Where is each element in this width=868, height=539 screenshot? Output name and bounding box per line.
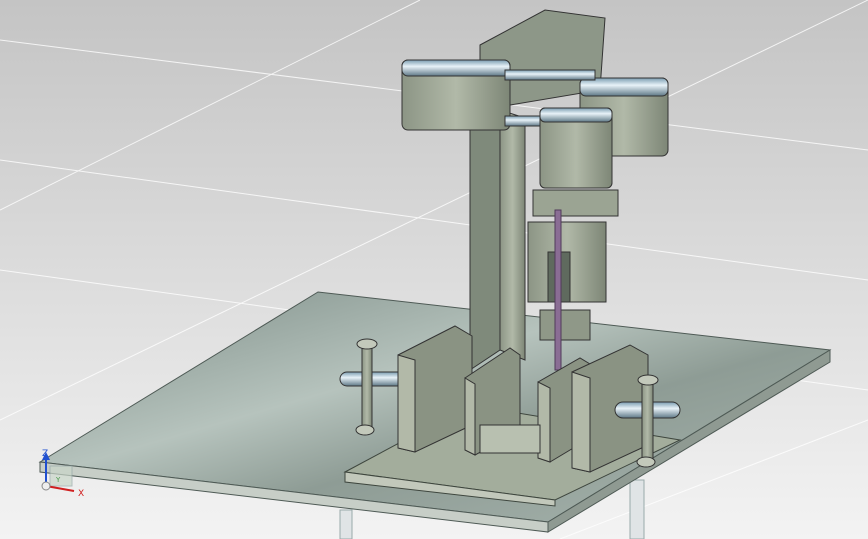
y-axis-label: Y xyxy=(55,476,61,484)
3d-viewport[interactable]: Z X Y xyxy=(0,0,868,539)
z-axis-label: Z xyxy=(42,449,48,459)
probe-needle xyxy=(554,209,562,371)
specimen-holder xyxy=(479,424,541,454)
model-canvas[interactable]: Z X Y xyxy=(0,0,868,539)
motor-left xyxy=(401,59,511,131)
triad-origin xyxy=(41,481,51,491)
guide-rod-top xyxy=(504,69,596,81)
x-axis-label: X xyxy=(78,489,84,499)
motor-front xyxy=(539,107,613,189)
